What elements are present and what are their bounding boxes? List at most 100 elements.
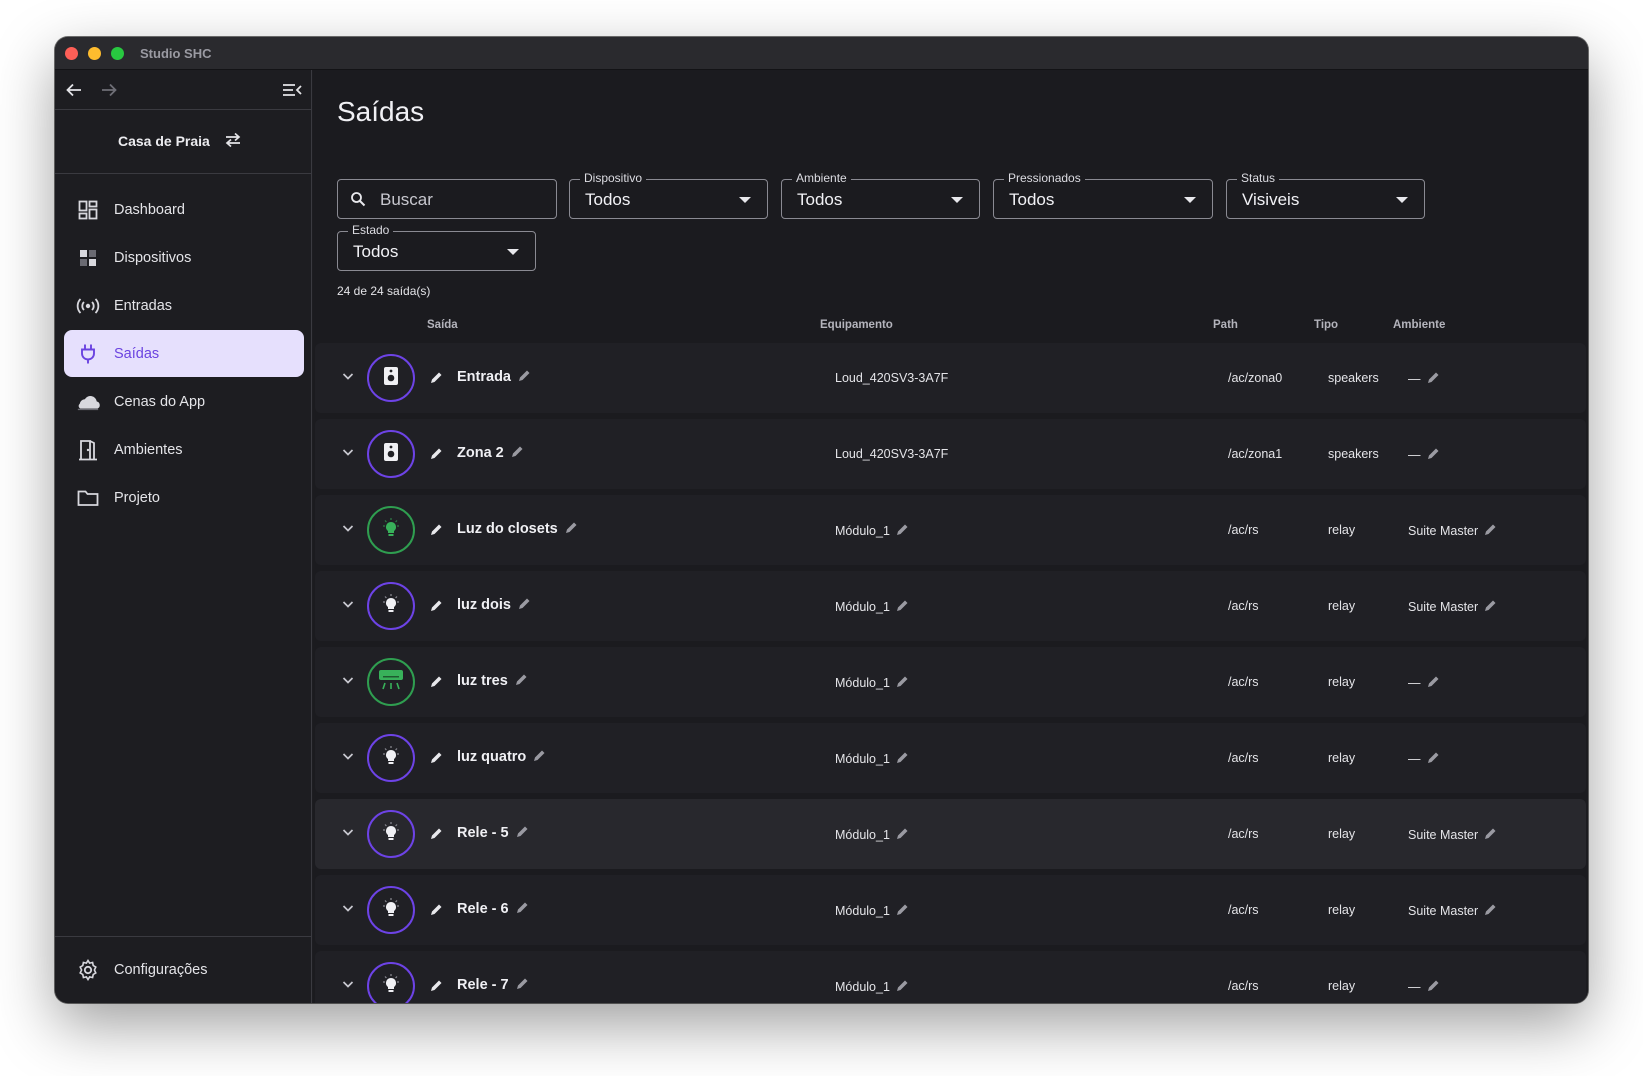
expand-row-chevron-icon[interactable] xyxy=(341,521,355,540)
expand-row-chevron-icon[interactable] xyxy=(341,445,355,464)
output-path: /ac/rs xyxy=(1228,903,1259,917)
edit-icon-pencil-icon[interactable] xyxy=(430,751,443,769)
edit-room-icon[interactable] xyxy=(1427,448,1440,463)
edit-equipment-icon[interactable] xyxy=(896,600,909,615)
edit-name-icon[interactable] xyxy=(516,978,529,994)
filter-status[interactable]: Status Visiveis xyxy=(1226,171,1425,219)
speaker-icon xyxy=(382,366,400,391)
main-content: Saídas Dispositivo Todos Ambiente Todos … xyxy=(313,70,1588,1003)
edit-equipment-icon[interactable] xyxy=(896,524,909,539)
zoom-window-button[interactable] xyxy=(111,47,124,60)
search-input[interactable] xyxy=(380,188,550,212)
edit-room-icon[interactable] xyxy=(1484,904,1497,919)
edit-name-icon[interactable] xyxy=(511,446,524,462)
expand-row-chevron-icon[interactable] xyxy=(341,977,355,996)
close-window-button[interactable] xyxy=(65,47,78,60)
edit-name-icon[interactable] xyxy=(516,826,529,842)
back-button[interactable] xyxy=(59,75,89,105)
table-row[interactable]: Zona 2 Loud_420SV3-3A7F/ac/zona1 speakers — xyxy=(315,419,1586,489)
expand-row-chevron-icon[interactable] xyxy=(341,901,355,920)
output-toggle-button[interactable] xyxy=(367,962,415,1003)
devices-icon xyxy=(76,246,100,270)
table-row[interactable]: Rele - 6 Módulo_1/ac/rs relay Suite Master xyxy=(315,875,1586,945)
filter-label: Estado xyxy=(348,223,394,237)
output-toggle-button[interactable] xyxy=(367,582,415,630)
edit-name-icon[interactable] xyxy=(518,598,531,614)
sidebar-item-projeto[interactable]: Projeto xyxy=(64,474,304,521)
edit-room-icon[interactable] xyxy=(1484,828,1497,843)
edit-icon-pencil-icon[interactable] xyxy=(430,979,443,997)
expand-row-chevron-icon[interactable] xyxy=(341,369,355,388)
edit-room-icon[interactable] xyxy=(1427,676,1440,691)
table-row[interactable]: luz tres Módulo_1/ac/rs relay — xyxy=(315,647,1586,717)
filter-dispositivo[interactable]: Dispositivo Todos xyxy=(569,171,768,219)
project-switcher[interactable]: Casa de Praia xyxy=(55,111,312,174)
table-row[interactable]: luz dois Módulo_1/ac/rs relay Suite Master xyxy=(315,571,1586,641)
edit-equipment-icon[interactable] xyxy=(896,980,909,995)
edit-equipment-icon[interactable] xyxy=(896,828,909,843)
output-toggle-button[interactable] xyxy=(367,886,415,934)
table-row[interactable]: Rele - 7 Módulo_1/ac/rs relay — xyxy=(315,951,1586,1003)
sidebar-item-label: Saídas xyxy=(114,345,160,362)
table-row[interactable]: Rele - 5 Módulo_1/ac/rs relay Suite Master xyxy=(315,799,1586,869)
collapse-sidebar-button[interactable] xyxy=(277,75,307,105)
edit-name-icon[interactable] xyxy=(515,674,528,690)
sidebar-item-ambientes[interactable]: Ambientes xyxy=(64,426,304,473)
output-toggle-button[interactable] xyxy=(367,354,415,402)
arrow-right-icon xyxy=(102,83,117,97)
edit-equipment-icon[interactable] xyxy=(896,752,909,767)
edit-room-icon[interactable] xyxy=(1484,600,1497,615)
edit-name-icon[interactable] xyxy=(518,370,531,386)
expand-row-chevron-icon[interactable] xyxy=(341,749,355,768)
edit-icon-pencil-icon[interactable] xyxy=(430,903,443,921)
sidebar-item-label: Cenas do App xyxy=(114,393,206,410)
sidebar-item-saidas[interactable]: Saídas xyxy=(64,330,304,377)
speaker-icon xyxy=(382,442,400,467)
edit-room-icon[interactable] xyxy=(1484,524,1497,539)
filter-estado[interactable]: Estado Todos xyxy=(337,223,536,271)
edit-icon-pencil-icon[interactable] xyxy=(430,827,443,845)
output-toggle-button[interactable] xyxy=(367,658,415,706)
filter-ambiente[interactable]: Ambiente Todos xyxy=(781,171,980,219)
output-name: Rele - 7 xyxy=(457,977,529,994)
output-toggle-button[interactable] xyxy=(367,734,415,782)
edit-name-icon[interactable] xyxy=(516,902,529,918)
title-bar: Studio SHC xyxy=(55,37,1588,70)
output-toggle-button[interactable] xyxy=(367,506,415,554)
output-toggle-button[interactable] xyxy=(367,430,415,478)
edit-equipment-icon[interactable] xyxy=(896,904,909,919)
bulb-icon xyxy=(380,821,402,848)
table-row[interactable]: Luz do closets Módulo_1/ac/rs relay Suite M… xyxy=(315,495,1586,565)
search-field[interactable] xyxy=(337,179,557,219)
sidebar-item-configuracoes[interactable]: Configurações xyxy=(64,946,304,993)
door-icon xyxy=(76,438,100,462)
forward-button[interactable] xyxy=(94,75,124,105)
edit-icon-pencil-icon[interactable] xyxy=(430,447,443,465)
edit-name-icon[interactable] xyxy=(565,522,578,538)
sidebar-item-dispositivos[interactable]: Dispositivos xyxy=(64,234,304,281)
table-row[interactable]: luz quatro Módulo_1/ac/rs relay — xyxy=(315,723,1586,793)
output-equipment: Módulo_1 xyxy=(835,751,909,767)
sidebar-item-dashboard[interactable]: Dashboard xyxy=(64,186,304,233)
edit-room-icon[interactable] xyxy=(1427,980,1440,995)
expand-row-chevron-icon[interactable] xyxy=(341,825,355,844)
edit-name-icon[interactable] xyxy=(533,750,546,766)
edit-equipment-icon[interactable] xyxy=(896,676,909,691)
output-equipment: Módulo_1 xyxy=(835,675,909,691)
output-toggle-button[interactable] xyxy=(367,810,415,858)
minimize-window-button[interactable] xyxy=(88,47,101,60)
edit-room-icon[interactable] xyxy=(1427,372,1440,387)
sidebar-item-entradas[interactable]: Entradas xyxy=(64,282,304,329)
table-row[interactable]: Entrada Loud_420SV3-3A7F/ac/zona0 speakers… xyxy=(315,343,1586,413)
output-path: /ac/rs xyxy=(1228,675,1259,689)
sidebar-item-cenas[interactable]: Cenas do App xyxy=(64,378,304,425)
edit-icon-pencil-icon[interactable] xyxy=(430,675,443,693)
expand-row-chevron-icon[interactable] xyxy=(341,597,355,616)
edit-icon-pencil-icon[interactable] xyxy=(430,599,443,617)
expand-row-chevron-icon[interactable] xyxy=(341,673,355,692)
edit-room-icon[interactable] xyxy=(1427,752,1440,767)
filter-pressionados[interactable]: Pressionados Todos xyxy=(993,171,1213,219)
dropdown-caret-icon xyxy=(951,197,963,203)
edit-icon-pencil-icon[interactable] xyxy=(430,523,443,541)
edit-icon-pencil-icon[interactable] xyxy=(430,371,443,389)
